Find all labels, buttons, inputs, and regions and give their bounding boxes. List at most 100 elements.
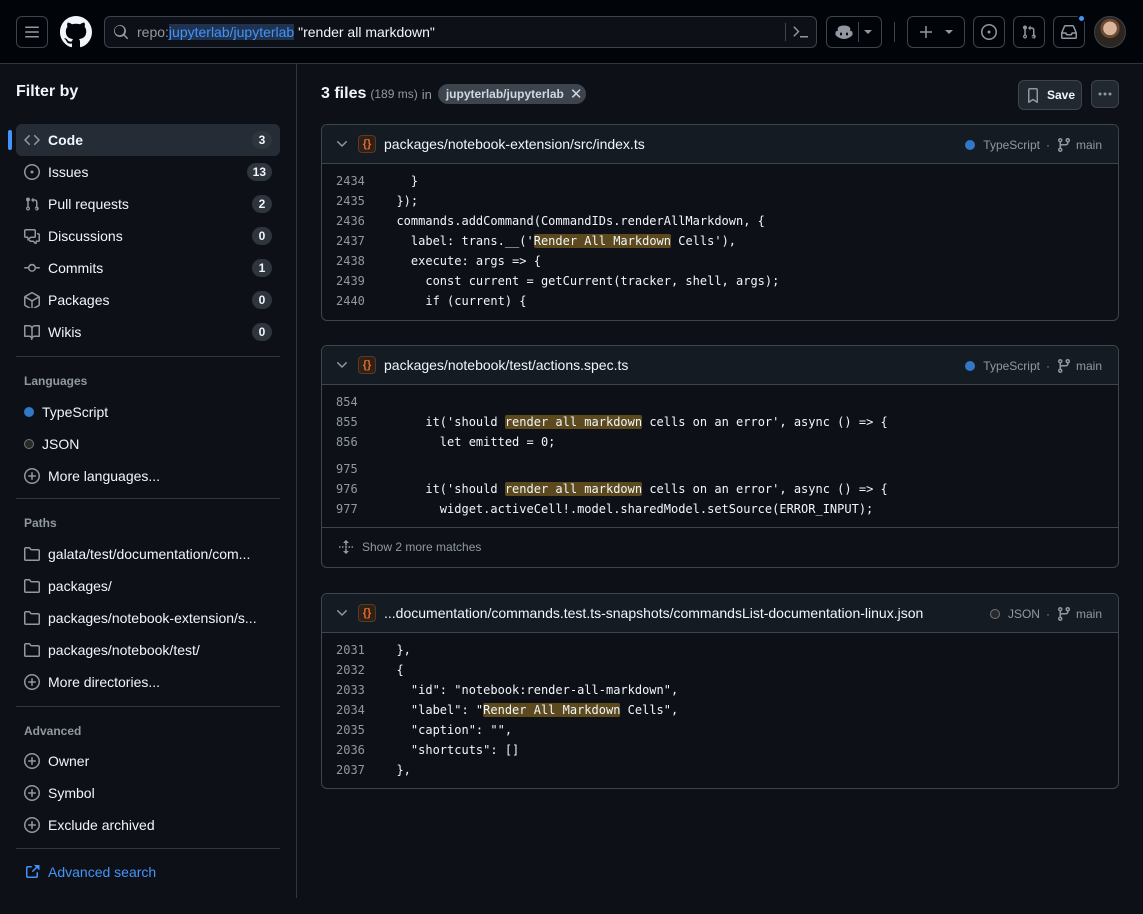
folder-icon [24,546,40,562]
code-line: 2037 }, [336,763,411,777]
avatar[interactable] [1094,16,1126,48]
advanced-exclude-archived[interactable]: Exclude archived [16,809,280,841]
result-header: {} ...documentation/commands.test.ts-sna… [322,594,1118,633]
book-icon [24,324,40,340]
comment-discussion-icon [24,228,40,244]
file-path-link[interactable]: packages/notebook-extension/src/index.ts [384,136,645,152]
code-snippet: 854 855 it('should render all markdown c… [322,385,1118,527]
code-line: 2032 { [336,663,404,677]
file-path-link[interactable]: packages/notebook/test/actions.spec.ts [384,357,628,373]
results-header: 3 files (189 ms) in jupyterlab/jupyterla… [321,84,587,104]
code-line: 977 widget.activeCell!.model.sharedModel… [336,502,874,516]
language-color-dot [989,609,1000,619]
code-line: 2036 "shortcuts": [] [336,743,520,757]
code-line: 2439 const current = getCurrent(tracker,… [336,274,780,288]
inbox-icon [1061,25,1077,39]
language-label: TypeScript [42,404,109,420]
filter-type-pull-requests[interactable]: Pull requests 2 [16,188,280,220]
advanced-owner[interactable]: Owner [16,745,280,777]
save-button[interactable]: Save [1018,80,1082,110]
filter-type-label: Pull requests [48,196,129,212]
code-line: 2031 }, [336,643,411,657]
git-branch-icon [1057,358,1070,374]
copilot-button[interactable] [826,16,882,48]
link-external-icon [26,864,40,878]
language-typescript[interactable]: TypeScript [16,396,280,428]
chevron-down-icon[interactable] [334,136,350,152]
create-new-button[interactable] [907,16,965,48]
github-logo[interactable] [60,16,92,48]
result-meta: TypeScript · main [965,137,1102,153]
plus-circle-icon [24,753,40,769]
advanced-symbol[interactable]: Symbol [16,777,280,809]
filter-type-discussions[interactable]: Discussions 0 [16,220,280,252]
copilot-icon [835,25,853,39]
git-branch-icon [1057,606,1070,622]
filter-type-label: Wikis [48,324,82,340]
package-icon [24,292,40,308]
more-languages-link[interactable]: More languages... [16,460,280,492]
git-branch-icon [1057,137,1070,153]
menu-button[interactable] [16,16,48,48]
issue-opened-icon [981,24,997,40]
notification-indicator [1077,14,1086,23]
path-item[interactable]: packages/ [16,570,280,602]
results-count: 3 files [321,85,367,102]
plus-circle-icon [24,468,40,484]
chevron-down-icon[interactable] [334,357,350,373]
code-line: 976 it('should render all markdown cells… [336,482,888,496]
chevron-down-icon[interactable] [334,605,350,621]
code-line: 2436 commands.addCommand(CommandIDs.rend… [336,214,765,228]
filter-type-code[interactable]: Code 3 [8,124,280,156]
filter-type-label: Discussions [48,228,123,244]
code-line: 2434 } [336,174,419,188]
code-icon [24,132,40,148]
bookmark-icon [1027,88,1038,103]
filter-type-wikis[interactable]: Wikis 0 [16,316,280,348]
plus-circle-icon [24,817,40,833]
code-line: 2033 "id": "notebook:render-all-markdown… [336,683,679,697]
plus-circle-icon [24,785,40,801]
issues-button[interactable] [973,16,1005,48]
filter-type-label: Packages [48,292,110,308]
github-mark-icon [60,16,92,48]
code-line: 2435 }); [336,194,419,208]
filter-type-label: Issues [48,164,89,180]
code-line: 2438 execute: args => { [336,254,541,268]
path-item[interactable]: packages/notebook/test/ [16,634,280,666]
filter-type-packages[interactable]: Packages 0 [16,284,280,316]
command-palette-icon[interactable] [793,24,809,40]
repo-owner-avatar: {} [358,135,376,153]
close-icon[interactable]: ✕ [570,85,583,103]
code-snippet: 2031 }, 2032 { 2033 "id": "notebook:rend… [322,633,1118,788]
repo-owner-avatar: {} [358,604,376,622]
folder-icon [24,610,40,626]
global-header: repo:jupyterlab/jupyterlab "render all m… [0,0,1143,64]
file-path-link[interactable]: ...documentation/commands.test.ts-snapsh… [384,605,923,621]
filter-type-label: Code [48,132,83,148]
language-color-dot [965,140,976,150]
code-line: 2440 if (current) { [336,294,527,308]
path-item[interactable]: galata/test/documentation/com... [16,538,280,570]
code-line: 2437 label: trans.__('Render All Markdow… [336,234,737,248]
issue-opened-icon [24,164,40,180]
show-more-matches-button[interactable]: Show 2 more matches [322,527,1118,566]
filter-type-issues[interactable]: Issues 13 [16,156,280,188]
path-item[interactable]: packages/notebook-extension/s... [16,602,280,634]
unfold-icon [339,539,353,555]
folder-icon [24,578,40,594]
code-line: 2035 "caption": "", [336,723,513,737]
git-pull-request-icon [1023,25,1036,39]
more-options-button[interactable] [1091,80,1119,108]
more-directories-link[interactable]: More directories... [16,666,280,698]
code-result-card: {} packages/notebook-extension/src/index… [321,124,1119,321]
result-header: {} packages/notebook-extension/src/index… [322,125,1118,164]
count-badge: 2 [252,195,272,213]
language-color-dot [24,439,34,449]
search-input[interactable]: repo:jupyterlab/jupyterlab "render all m… [104,16,817,48]
search-results: 3 files (189 ms) in jupyterlab/jupyterla… [297,64,1143,914]
advanced-search-link[interactable]: Advanced search [24,864,156,880]
pull-requests-button[interactable] [1013,16,1045,48]
filter-type-commits[interactable]: Commits 1 [16,252,280,284]
language-json[interactable]: JSON [16,428,280,460]
